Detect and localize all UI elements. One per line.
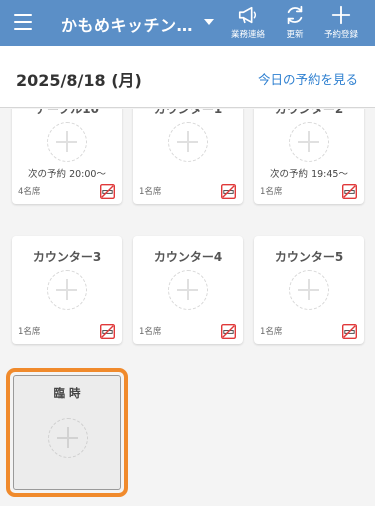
seat-count: 1名席 bbox=[139, 327, 162, 337]
table-name: テーブル10 bbox=[35, 109, 99, 116]
table-name: カウンター3 bbox=[32, 250, 102, 264]
table-name: カウンター2 bbox=[274, 109, 344, 116]
add-reservation-icon bbox=[331, 5, 351, 25]
chevron-down-icon[interactable] bbox=[204, 19, 214, 25]
announce-button[interactable]: 業務連絡 bbox=[226, 4, 270, 42]
next-reservation: 次の予約 20:00～ bbox=[28, 169, 106, 180]
view-today-reservations-link[interactable]: 今日の予約を見る bbox=[258, 69, 358, 88]
add-reservation-label: 予約登録 bbox=[323, 30, 358, 40]
table-card[interactable]: テーブル10 次の予約 20:00～ 4名席 bbox=[12, 109, 122, 204]
table-grid: テーブル10 次の予約 20:00～ 4名席 カウンター1 1名席 カウンター2… bbox=[0, 109, 375, 506]
seat-count: 1名席 bbox=[18, 327, 41, 337]
current-date: 2025/8/18 (月) bbox=[16, 71, 142, 90]
seat-count: 1名席 bbox=[260, 327, 283, 337]
plus-icon bbox=[168, 270, 208, 310]
plus-icon bbox=[168, 122, 208, 162]
plus-icon bbox=[289, 270, 329, 310]
no-smoking-icon bbox=[221, 324, 236, 339]
no-smoking-icon bbox=[100, 184, 115, 199]
table-card[interactable]: カウンター3 1名席 bbox=[12, 236, 122, 344]
seat-count: 1名席 bbox=[139, 187, 162, 197]
plus-icon bbox=[289, 122, 329, 162]
table-card[interactable]: カウンター5 1名席 bbox=[254, 236, 364, 344]
table-card[interactable]: カウンター1 1名席 bbox=[133, 109, 243, 204]
add-reservation-button[interactable]: 予約登録 bbox=[319, 4, 363, 42]
temporary-table-card[interactable]: 臨 時 bbox=[6, 368, 128, 497]
plus-icon bbox=[48, 418, 88, 458]
refresh-icon bbox=[287, 5, 303, 25]
refresh-button[interactable]: 更新 bbox=[273, 4, 317, 42]
no-smoking-icon bbox=[100, 324, 115, 339]
table-name: カウンター4 bbox=[153, 250, 223, 264]
table-name: 臨 時 bbox=[53, 386, 81, 400]
store-name[interactable]: かもめキッチン… bbox=[61, 12, 193, 36]
table-card[interactable]: カウンター4 1名席 bbox=[133, 236, 243, 344]
date-bar: 2025/8/18 (月) 今日の予約を見る bbox=[0, 46, 375, 108]
megaphone-icon bbox=[238, 6, 257, 24]
no-smoking-icon bbox=[342, 184, 357, 199]
table-name: カウンター5 bbox=[274, 250, 344, 264]
next-reservation: 次の予約 19:45～ bbox=[270, 169, 348, 180]
plus-icon bbox=[47, 122, 87, 162]
plus-icon bbox=[47, 270, 87, 310]
refresh-label: 更新 bbox=[286, 30, 304, 40]
seat-count: 1名席 bbox=[260, 187, 283, 197]
announce-label: 業務連絡 bbox=[230, 30, 265, 40]
menu-icon[interactable] bbox=[14, 14, 32, 30]
app-header: かもめキッチン… 業務連絡 更新 予約登録 bbox=[0, 0, 375, 46]
no-smoking-icon bbox=[342, 324, 357, 339]
table-card[interactable]: カウンター2 次の予約 19:45～ 1名席 bbox=[254, 109, 364, 204]
table-name: カウンター1 bbox=[153, 109, 223, 116]
seat-count: 4名席 bbox=[18, 187, 41, 197]
temporary-table-inner: 臨 時 bbox=[13, 375, 121, 490]
no-smoking-icon bbox=[221, 184, 236, 199]
